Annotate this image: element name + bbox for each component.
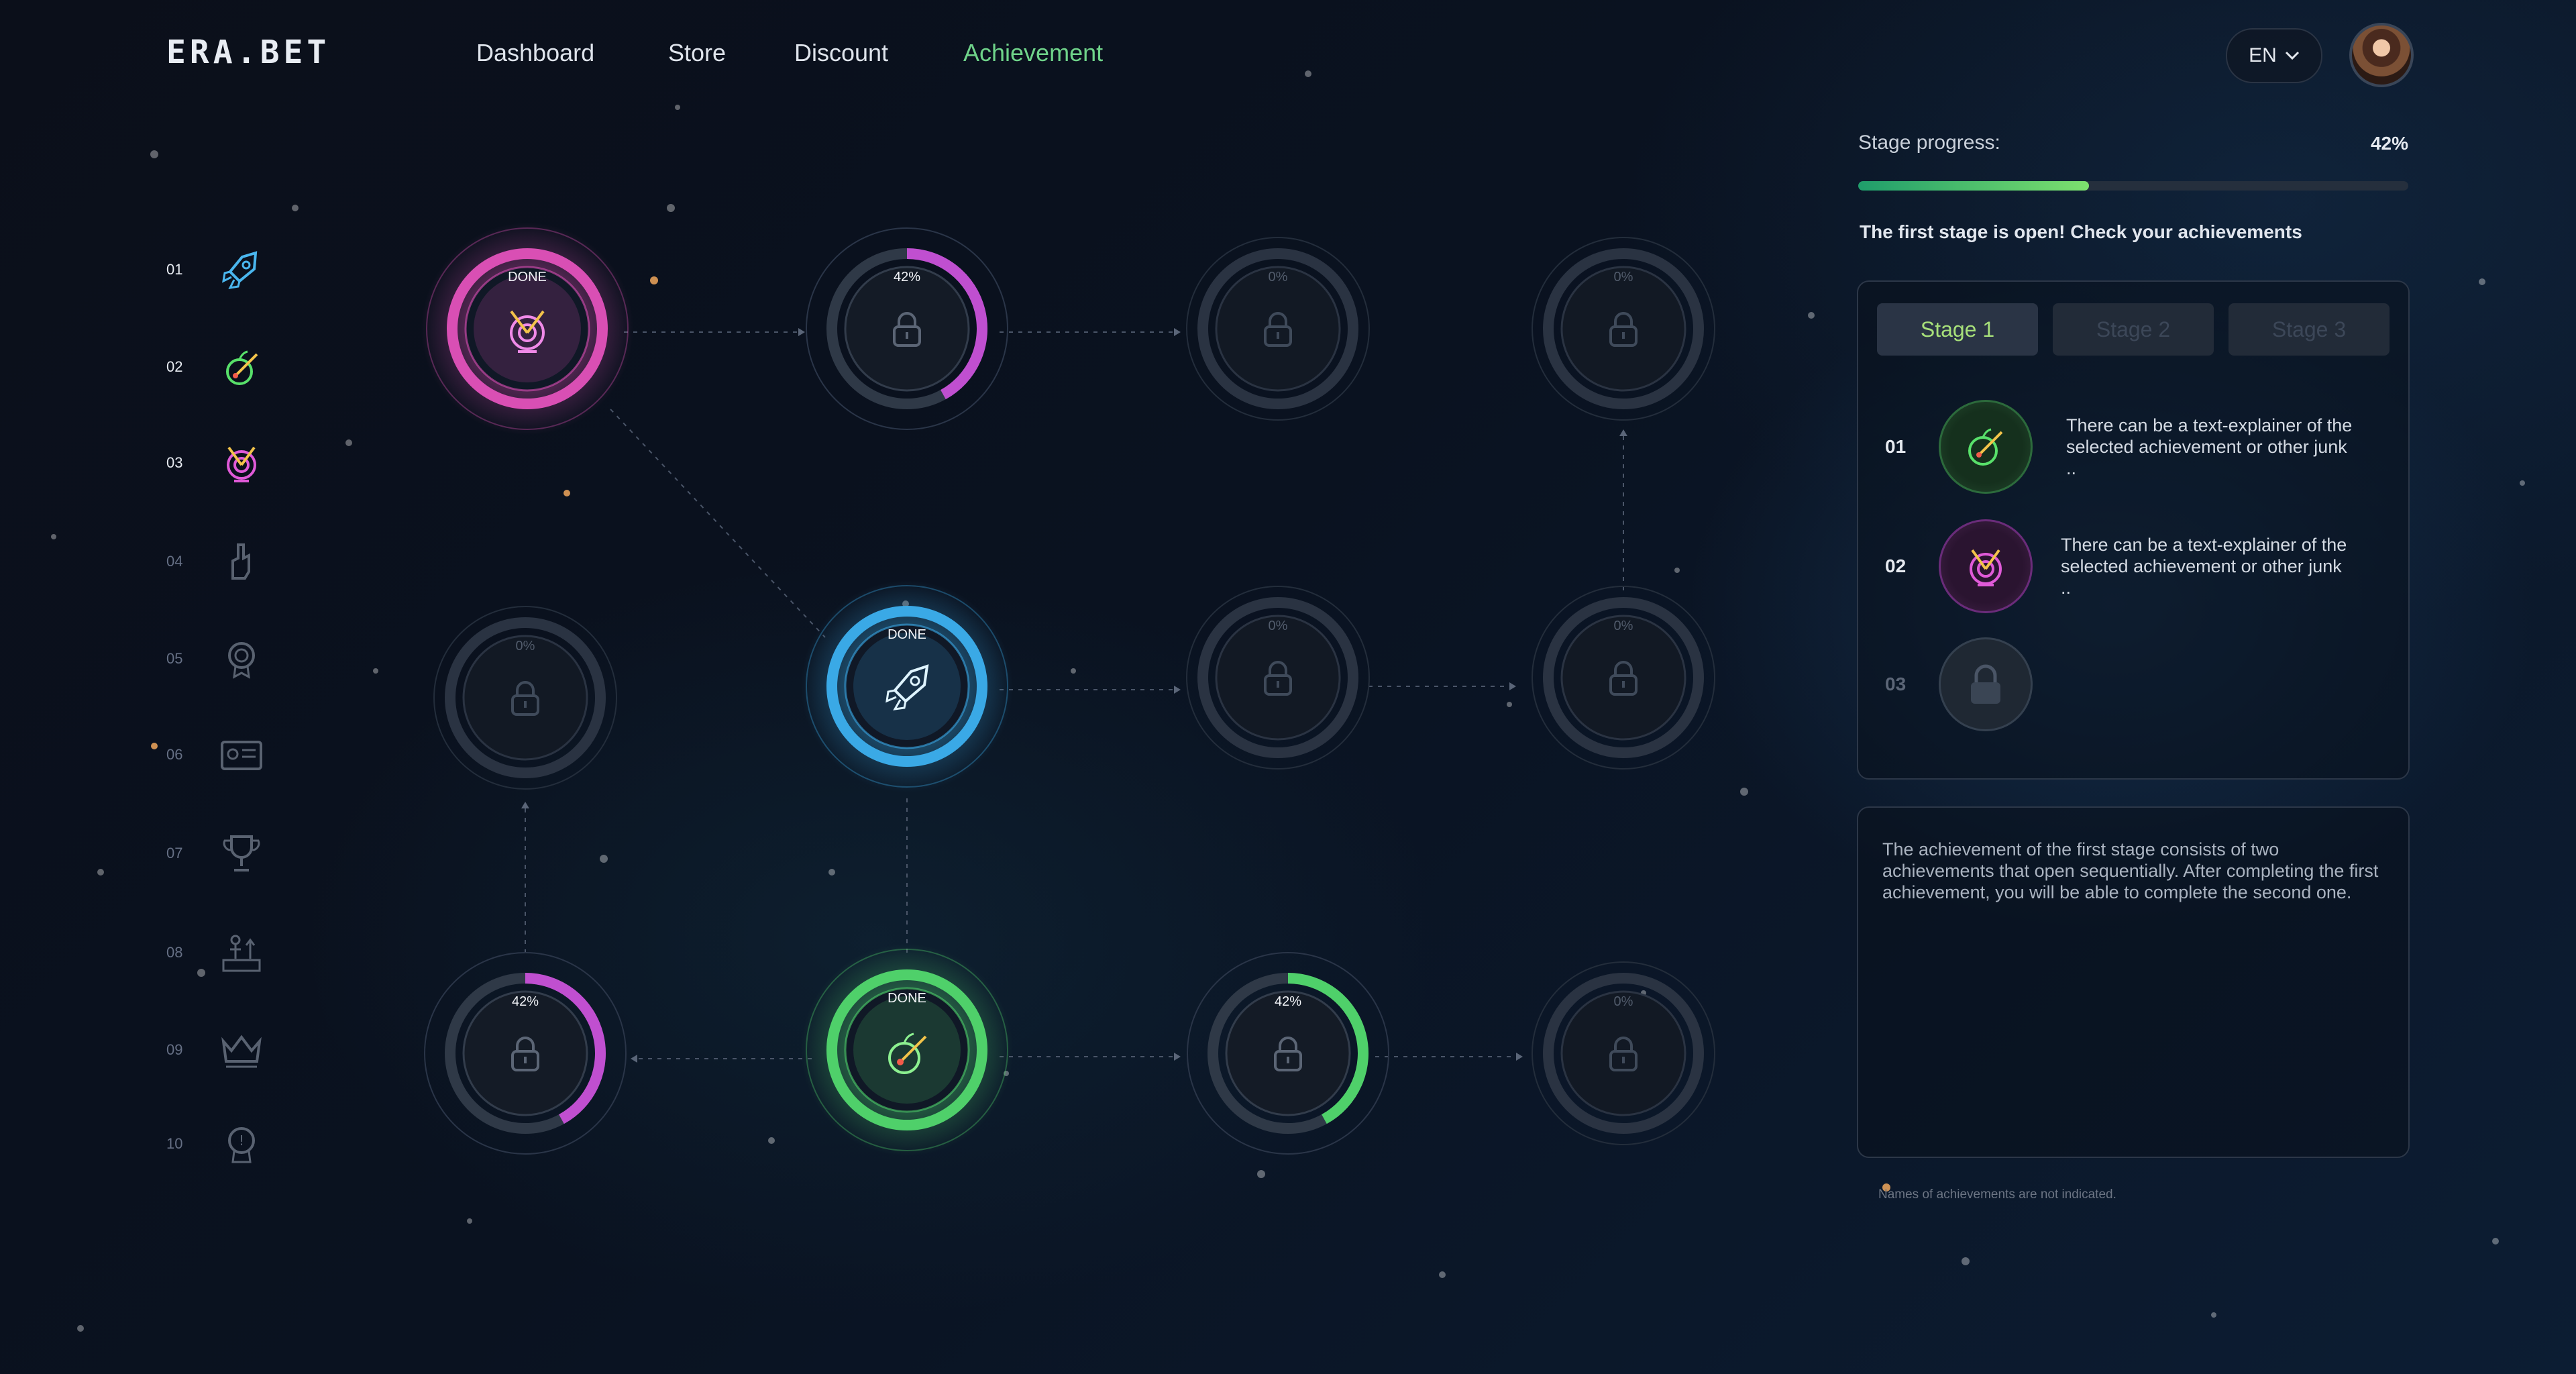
tab-stage-3[interactable]: Stage 3 [2229,303,2390,356]
node-status-label: DONE [888,627,926,642]
language-label: EN [2249,44,2277,66]
lock-icon [1939,637,2033,731]
chevron-down-icon [2285,51,2299,60]
stage-description: The achievement of the first stage consi… [1882,839,2379,902]
node-status-label: 42% [1274,994,1302,1009]
stage-description-panel: The achievement of the first stage consi… [1857,806,2410,1158]
achievement-node-locked[interactable]: 0% [1171,570,1385,785]
node-status-label: 0% [1613,994,1633,1009]
achievement-node-done-target[interactable]: DONE [420,221,635,436]
achievement-text: There can be a text-explainer of the sel… [2066,415,2353,478]
node-status-label: 0% [1268,270,1288,284]
tab-stage-2[interactable]: Stage 2 [2053,303,2214,356]
user-avatar[interactable] [2349,23,2414,87]
stage-progress-fill [1858,181,2090,191]
achievement-item[interactable]: 02 There can be a text-explainer of the … [1885,519,2356,613]
node-status-label: 0% [1613,270,1633,284]
achievement-node-progress[interactable]: 42% [1181,946,1395,1161]
node-status-label: 42% [511,994,539,1009]
achievement-node-locked[interactable]: 0% [1516,570,1731,785]
achievement-node-locked[interactable]: 0% [1516,946,1731,1161]
achievement-number: 01 [1885,436,1907,457]
language-selector[interactable]: EN [2226,28,2322,83]
node-status-label: DONE [888,991,926,1006]
stage-progress-label: Stage progress: [1858,131,2000,154]
node-status-label: 0% [1613,619,1633,633]
target-icon [1939,519,2033,613]
achievement-node-done-apple[interactable]: DONE [800,943,1014,1157]
apple-arrow-icon [1939,400,2033,494]
achievement-text: There can be a text-explainer of the sel… [2061,535,2347,598]
node-status-label: 0% [515,639,535,653]
node-status-label: DONE [508,270,547,284]
footnote: Names of achievements are not indicated. [1878,1187,2116,1202]
achievement-node-progress[interactable]: 42% [418,946,633,1161]
stage-message: The first stage is open! Check your achi… [1860,221,2302,242]
achievement-node-locked[interactable]: 0% [418,590,633,805]
stage-progress-value: 42% [2370,133,2408,154]
achievement-item[interactable]: 01 There can be a text-explainer of the … [1885,400,2361,494]
achievement-number: 03 [1885,674,1907,694]
node-status-label: 42% [893,270,921,284]
stage-achievements-panel: Stage 1 Stage 2 Stage 3 01 There can be … [1857,280,2410,780]
achievement-node-progress[interactable]: 42% [800,221,1014,436]
achievement-node-done-rocket[interactable]: DONE [800,579,1014,794]
achievement-number: 02 [1885,556,1907,576]
achievement-node-locked[interactable]: 0% [1516,221,1731,436]
achievement-node-locked[interactable]: 0% [1171,221,1385,436]
stage-progress-bar [1858,181,2408,191]
node-status-label: 0% [1268,619,1288,633]
achievement-item[interactable]: 03 [1885,637,2033,731]
tab-stage-1[interactable]: Stage 1 [1877,303,2038,356]
